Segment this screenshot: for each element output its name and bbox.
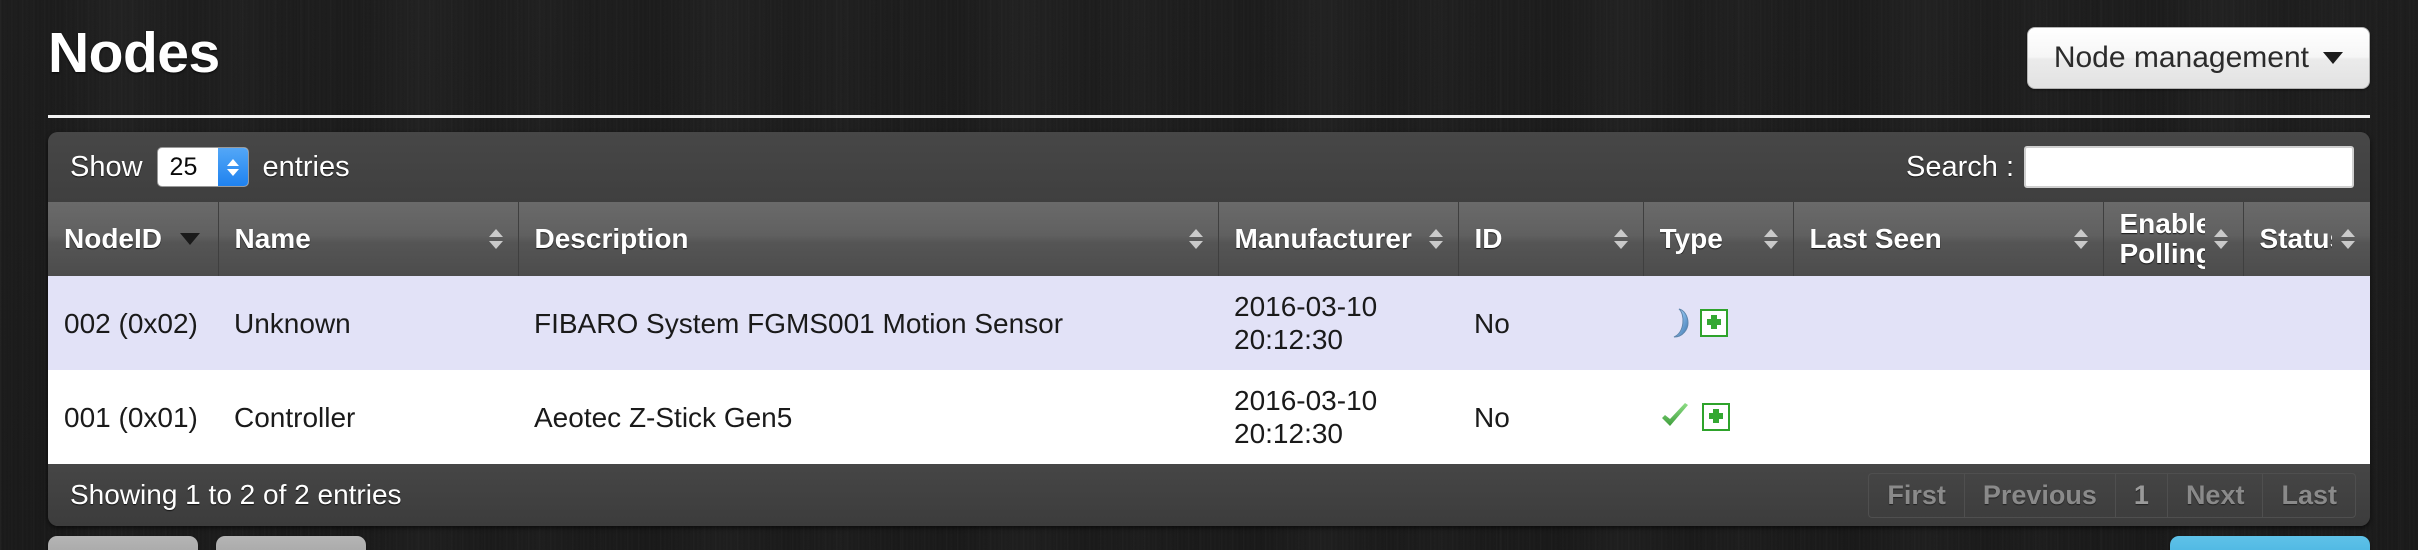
sort-both-icon	[1188, 228, 1204, 249]
cell-status	[2243, 370, 2370, 465]
sort-both-icon	[1613, 228, 1629, 249]
cell-type	[1643, 276, 1793, 371]
cell-manufacturer: 2016-03-10 20:12:30	[1218, 276, 1458, 371]
column-header-name[interactable]: Name	[217, 202, 519, 276]
cell-description: FIBARO System FGMS001 Motion Sensor	[518, 276, 1218, 371]
caret-down-icon	[2323, 51, 2343, 64]
search-control: Search :	[1906, 146, 2354, 188]
column-header-description[interactable]: Description	[517, 202, 1219, 276]
action-bar: Update Delete Refresh	[48, 536, 2370, 550]
pagination-next[interactable]: Next	[2168, 473, 2264, 517]
column-header-type[interactable]: Type	[1642, 202, 1794, 276]
cell-status	[2243, 276, 2370, 371]
cell-name: Unknown	[218, 276, 518, 371]
column-label: Status	[2259, 223, 2333, 254]
nodes-page: Nodes Node management Show 25 entries Se…	[0, 0, 2418, 550]
column-label: ID	[1474, 223, 1503, 254]
page-length-value: 25	[169, 153, 198, 181]
column-header-status[interactable]: Status	[2242, 202, 2370, 276]
entries-label: entries	[262, 150, 350, 183]
cell-id: No	[1458, 370, 1643, 465]
cell-last-seen	[1793, 276, 2103, 371]
search-input[interactable]	[2024, 146, 2354, 188]
cell-last-seen	[1793, 370, 2103, 465]
sort-both-icon	[2213, 229, 2229, 249]
sort-both-icon	[1763, 228, 1779, 249]
column-label: Last Seen	[1809, 223, 1942, 254]
green-plus-icon[interactable]	[1699, 307, 1729, 339]
sort-both-icon	[2073, 228, 2089, 249]
cell-description: Aeotec Z-Stick Gen5	[518, 370, 1218, 465]
entries-info: Showing 1 to 2 of 2 entries	[70, 479, 402, 511]
page-length-select[interactable]: 25	[156, 147, 249, 187]
cell-enable-polling	[2103, 276, 2243, 371]
column-label: Type	[1659, 223, 1723, 254]
cell-type	[1643, 370, 1793, 465]
delete-button[interactable]: Delete	[216, 536, 366, 550]
column-label: Description	[534, 223, 689, 254]
stepper-icon[interactable]	[217, 148, 248, 186]
pagination-first[interactable]: First	[1869, 473, 1965, 517]
column-header-last-seen[interactable]: Last Seen	[1792, 202, 2104, 276]
column-header-enable-polling[interactable]: Enable Polling	[2102, 202, 2244, 276]
pagination-page-1[interactable]: 1	[2116, 473, 2168, 517]
show-label: Show	[70, 150, 143, 183]
cell-nodeid: 002 (0x02)	[48, 276, 218, 371]
sort-desc-icon	[179, 232, 200, 245]
page-length-control: Show 25 entries	[70, 147, 350, 187]
sort-both-icon	[488, 228, 504, 249]
column-header-manufacturer[interactable]: Manufacturer	[1217, 202, 1459, 276]
search-label: Search :	[1906, 150, 2014, 183]
column-label: Manufacturer	[1234, 223, 1412, 254]
refresh-button[interactable]: Refresh	[2170, 536, 2370, 550]
green-plus-icon[interactable]	[1701, 401, 1731, 433]
cell-manufacturer: 2016-03-10 20:12:30	[1218, 370, 1458, 465]
node-management-button[interactable]: Node management	[2026, 26, 2370, 89]
column-label: NodeID	[64, 223, 162, 254]
table-body: 002 (0x02) Unknown FIBARO System FGMS001…	[48, 276, 2370, 465]
cell-name: Controller	[218, 370, 518, 465]
table-row[interactable]: 002 (0x02) Unknown FIBARO System FGMS001…	[48, 276, 2370, 371]
pagination: First Previous 1 Next Last	[1868, 472, 2356, 518]
sort-both-icon	[2340, 228, 2356, 249]
pagination-last[interactable]: Last	[2263, 474, 2355, 517]
cell-id: No	[1458, 276, 1643, 371]
table-header-row: NodeID Name Description Manufacturer ID …	[48, 202, 2370, 276]
green-check-icon	[1659, 401, 1691, 433]
update-button[interactable]: Update	[48, 536, 198, 550]
table-head: NodeID Name Description Manufacturer ID …	[48, 202, 2370, 276]
node-management-label: Node management	[2053, 40, 2309, 74]
column-label: Enable Polling	[2119, 208, 2205, 269]
column-header-nodeid[interactable]: NodeID	[48, 202, 219, 276]
table-toolbar: Show 25 entries Search :	[48, 132, 2370, 202]
table-row[interactable]: 001 (0x01) Controller Aeotec Z-Stick Gen…	[48, 370, 2370, 465]
pagination-previous[interactable]: Previous	[1965, 473, 2116, 517]
page-header: Nodes Node management	[48, 0, 2370, 118]
nodes-panel: Show 25 entries Search : NodeID Name Des…	[48, 132, 2370, 527]
sort-both-icon	[1428, 228, 1444, 249]
page-title: Nodes	[48, 21, 220, 85]
nodes-table: NodeID Name Description Manufacturer ID …	[48, 202, 2370, 465]
table-footer: Showing 1 to 2 of 2 entries First Previo…	[48, 464, 2370, 527]
column-label: Name	[234, 223, 311, 254]
moon-icon	[1659, 307, 1689, 339]
cell-nodeid: 001 (0x01)	[48, 370, 218, 465]
column-header-id[interactable]: ID	[1457, 202, 1644, 276]
cell-enable-polling	[2103, 370, 2243, 465]
